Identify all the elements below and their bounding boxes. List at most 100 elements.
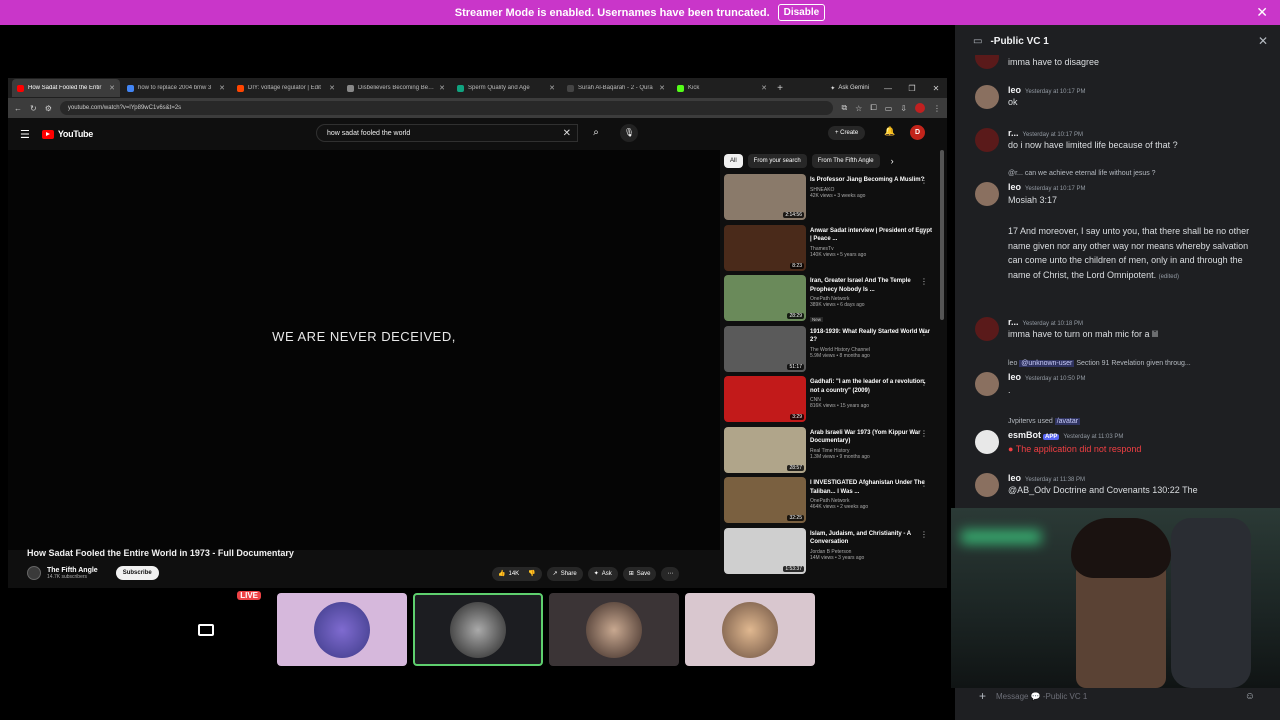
more-icon[interactable]: ⋮ — [920, 479, 928, 488]
more-actions-icon[interactable]: ⋯ — [661, 567, 680, 581]
browser-tab[interactable]: Kick ✕ — [672, 79, 772, 97]
menu-icon[interactable]: ⋮ — [933, 104, 941, 113]
scrollbar[interactable] — [940, 150, 944, 320]
youtube-logo[interactable]: YouTube — [41, 129, 93, 139]
subscribe-button[interactable]: Subscribe — [115, 566, 159, 580]
username[interactable]: esmBot APP Yesterday at 11:03 PM — [1008, 430, 1123, 440]
username[interactable]: leo Yesterday at 10:17 PM — [1008, 85, 1086, 95]
rec-title[interactable]: Iran, Greater Israel And The Temple Prop… — [810, 277, 934, 294]
mic-icon[interactable]: 🎙 — [620, 124, 638, 142]
recommended-video[interactable]: 3:29 Gadhafi: "I am the leader of a revol… — [724, 376, 934, 427]
back-icon[interactable]: ← — [14, 104, 22, 113]
reply-preview[interactable]: leo @unknown-user Section 91 Revelation … — [1008, 360, 1191, 367]
recommended-video[interactable]: 28:57 Arab Israeli War 1973 (Yom Kippur W… — [724, 426, 934, 478]
avatar[interactable] — [975, 85, 999, 109]
close-icon[interactable]: ✕ — [1258, 34, 1268, 48]
browser-tab[interactable]: How Sadat Fooled the Entir ✕ — [12, 79, 120, 97]
avatar[interactable] — [975, 182, 999, 206]
participant-tile[interactable] — [413, 593, 543, 666]
search-icon[interactable]: ⌕ — [584, 124, 608, 142]
share-button[interactable]: ↗ Share — [546, 567, 583, 581]
site-info-icon[interactable]: ⚙ — [45, 104, 52, 113]
username[interactable]: leo Yesterday at 11:38 PM — [1008, 473, 1085, 483]
close-tab-icon[interactable]: ✕ — [219, 84, 225, 92]
avatar[interactable] — [975, 55, 999, 69]
reply-preview[interactable]: @r... can we achieve eternal life withou… — [1008, 170, 1156, 177]
disable-button[interactable]: Disable — [777, 4, 826, 21]
downloads-icon[interactable]: ⇩ — [900, 104, 907, 113]
channel-name[interactable]: The Fifth Angle — [47, 567, 98, 574]
close-tab-icon[interactable]: ✕ — [659, 84, 665, 92]
ask-button[interactable]: ✦ Ask — [587, 567, 618, 581]
clear-search-icon[interactable]: ✕ — [563, 128, 571, 139]
mention[interactable]: @unknown-user — [1019, 360, 1075, 367]
browser-tab[interactable]: Disbelievers Becoming Believ ✕ — [342, 79, 450, 97]
username[interactable]: r... Yesterday at 10:17 PM — [1008, 128, 1083, 138]
video-thumbnail[interactable]: 1:53:37 — [724, 527, 806, 574]
split-view-icon[interactable]: ▭ — [885, 104, 893, 113]
more-icon[interactable]: ⋮ — [920, 378, 928, 387]
browser-tab[interactable]: Surah Al-Baqarah - 2 - Qura ✕ — [562, 79, 670, 97]
close-tab-icon[interactable]: ✕ — [761, 84, 767, 92]
close-tab-icon[interactable]: ✕ — [109, 84, 115, 92]
command-name[interactable]: /avatar — [1054, 418, 1081, 425]
avatar[interactable] — [975, 317, 999, 341]
username[interactable]: r... Yesterday at 10:18 PM — [1008, 317, 1083, 327]
recommended-video[interactable]: 51:17 1918-1939: What Really Started Worl… — [724, 325, 934, 377]
browser-tab[interactable]: DIY: voltage regulator | Edit ✕ — [232, 79, 340, 97]
avatar[interactable] — [975, 372, 999, 396]
command-preview[interactable]: Jvpitervs used /avatar — [1008, 418, 1081, 425]
thumbs-down-icon[interactable]: 👎 — [528, 567, 535, 581]
profile-icon[interactable] — [915, 103, 925, 113]
url-input[interactable]: youtube.com/watch?v=lYp89wC1v6s&t=2s — [59, 101, 834, 115]
save-button[interactable]: ⊞ Save — [622, 567, 657, 581]
video-thumbnail[interactable]: 28:29 — [724, 275, 806, 321]
username[interactable]: leo Yesterday at 10:50 PM — [1008, 372, 1086, 382]
rec-title[interactable]: Gadhafi: "I am the leader of a revolutio… — [810, 378, 934, 395]
video-thumbnail[interactable]: 32:25 — [724, 477, 806, 523]
message-input[interactable]: + Message 💬 -Public VC 1 ☺ — [965, 686, 1255, 706]
video-thumbnail[interactable]: 8:23 — [724, 224, 806, 271]
stream-tile[interactable]: LIVE — [141, 591, 271, 666]
participant-tile[interactable] — [277, 593, 407, 666]
rec-title[interactable]: Arab Israeli War 1973 (Yom Kippur War Do… — [810, 429, 934, 446]
rec-title[interactable]: Is Professor Jiang Becoming A Muslim? — [810, 176, 934, 185]
recommended-video[interactable]: 2:14:56 Is Professor Jiang Becoming A Mus… — [724, 174, 934, 225]
video-thumbnail[interactable]: 28:57 — [724, 426, 806, 473]
rec-title[interactable]: Islam, Judaism, and Christianity - A Con… — [810, 530, 934, 547]
plus-icon[interactable]: + — [979, 689, 986, 703]
recommended-video[interactable]: 8:23 Anwar Sadat interview | President of… — [724, 224, 934, 276]
chip-from-your-search[interactable]: From your search — [747, 154, 807, 168]
video-thumbnail[interactable]: 51:17 — [724, 325, 806, 372]
avatar[interactable] — [975, 473, 999, 497]
chip-from-channel[interactable]: From The Fifth Angle — [811, 154, 880, 168]
rec-title[interactable]: I INVESTIGATED Afghanistan Under The Tal… — [810, 479, 934, 496]
video-thumbnail[interactable]: 2:14:56 — [724, 174, 806, 220]
hamburger-icon[interactable]: ☰ — [20, 128, 30, 141]
account-avatar[interactable]: D — [910, 125, 925, 140]
notifications-bell-icon[interactable]: 🔔 — [884, 126, 895, 137]
chip-all[interactable]: All — [724, 154, 743, 168]
more-icon[interactable]: ⋮ — [920, 429, 928, 438]
more-icon[interactable]: ⋮ — [920, 277, 928, 286]
participant-tile[interactable] — [549, 593, 679, 666]
recommended-video[interactable]: 32:25 I INVESTIGATED Afghanistan Under Th… — [724, 477, 934, 528]
browser-tab[interactable]: Sperm Quality and Age ✕ — [452, 79, 560, 97]
browser-tab[interactable]: how to replace 2004 bmw 3 ✕ — [122, 79, 230, 97]
extensions-icon[interactable]: ⧠ — [870, 103, 876, 113]
ask-gemini-button[interactable]: ✦ Ask Gemini — [824, 85, 875, 92]
chevron-right-icon[interactable]: › — [891, 154, 894, 168]
bot-avatar[interactable] — [975, 430, 999, 454]
more-icon[interactable]: ⋮ — [920, 530, 928, 539]
video-player[interactable]: WE ARE NEVER DECEIVED, — [8, 150, 720, 550]
new-tab-icon[interactable]: + — [774, 83, 786, 94]
install-icon[interactable]: ⧉ — [841, 103, 847, 113]
more-icon[interactable]: ⋮ — [920, 176, 928, 185]
recommended-video[interactable]: 28:29 Iran, Greater Israel And The Temple… — [724, 275, 934, 326]
create-button[interactable]: + Create — [828, 126, 866, 140]
avatar[interactable] — [975, 128, 999, 152]
search-input[interactable]: how sadat fooled the world ✕ — [316, 124, 578, 142]
minimize-icon[interactable]: — — [877, 84, 899, 93]
close-tab-icon[interactable]: ✕ — [439, 84, 445, 92]
username[interactable]: leo Yesterday at 10:17 PM — [1008, 182, 1086, 192]
